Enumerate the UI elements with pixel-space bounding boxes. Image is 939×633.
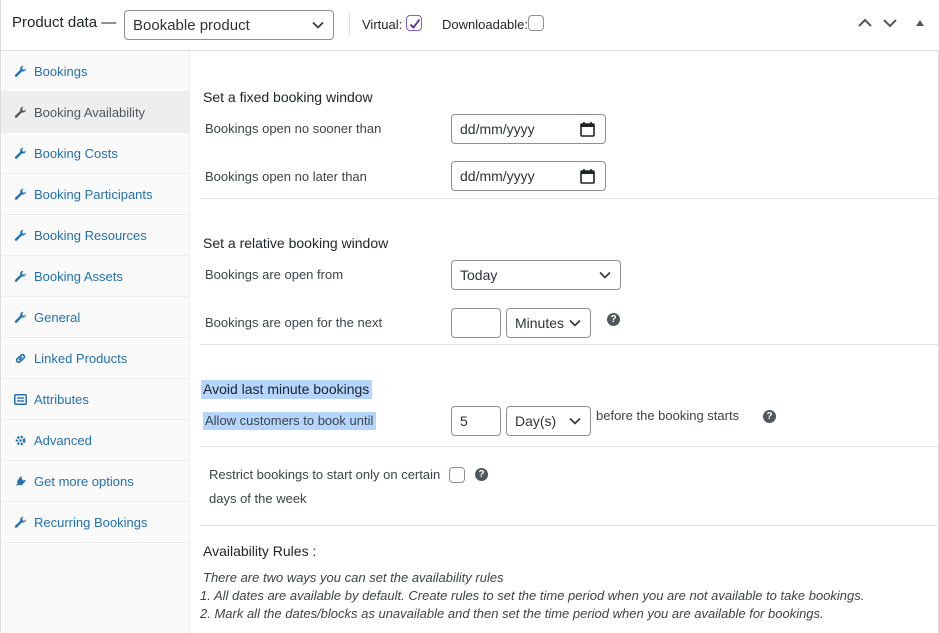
- link-icon: [13, 351, 27, 365]
- book-until-input[interactable]: 5: [451, 406, 501, 436]
- sidebar-item-label: Get more options: [34, 473, 134, 489]
- help-icon[interactable]: ?: [607, 313, 620, 326]
- book-until-label: Allow customers to book until: [203, 412, 377, 430]
- restrict-days-label-line2: days of the week: [209, 491, 307, 506]
- wrench-icon: [13, 64, 27, 78]
- header-divider: [349, 13, 350, 35]
- open-for-next-unit-value: Minutes: [515, 315, 565, 331]
- book-until-suffix: before the booking starts: [596, 408, 740, 423]
- chevron-down-icon: [599, 271, 611, 279]
- open-no-later-label: Bookings open no later than: [205, 169, 367, 184]
- gear-icon: [13, 433, 27, 447]
- fixed-window-title: Set a fixed booking window: [203, 89, 373, 105]
- wrench-icon: [13, 515, 27, 529]
- collapse-toggle-icon[interactable]: [914, 17, 926, 29]
- open-no-sooner-label: Bookings open no sooner than: [205, 121, 382, 136]
- sidebar-item-label: Booking Participants: [34, 186, 153, 202]
- help-icon[interactable]: ?: [763, 410, 776, 423]
- product-type-select[interactable]: Bookable product: [124, 10, 334, 40]
- last-minute-title: Avoid last minute bookings: [201, 380, 373, 399]
- wrench-icon: [13, 146, 27, 160]
- product-data-panel: Product data — Bookable product Virtual:…: [0, 0, 939, 633]
- sidebar-item-label: Booking Costs: [34, 145, 118, 161]
- section-divider: [200, 446, 939, 447]
- sidebar-item-general[interactable]: General: [1, 297, 189, 338]
- wrench-icon: [13, 187, 27, 201]
- product-data-tabs: Bookings Booking Availability Booking Cost…: [1, 51, 190, 633]
- sidebar-item-label: Attributes: [34, 391, 89, 407]
- section-divider: [200, 344, 939, 345]
- open-no-later-date-value: dd/mm/yyyy: [460, 168, 535, 184]
- product-type-value: Bookable product: [133, 16, 250, 34]
- restrict-days-label-line1: Restrict bookings to start only on certa…: [209, 467, 441, 482]
- wrench-icon: [13, 310, 27, 324]
- sidebar-item-label: Booking Assets: [34, 268, 123, 284]
- sidebar-item-label: Linked Products: [34, 350, 128, 366]
- sidebar-item-label: Bookings: [34, 63, 88, 79]
- availability-rules-title: Availability Rules :: [203, 543, 317, 559]
- open-for-next-label: Bookings are open for the next: [205, 315, 383, 330]
- open-no-sooner-date-value: dd/mm/yyyy: [460, 121, 535, 137]
- virtual-checkbox[interactable]: [406, 15, 422, 31]
- open-for-next-unit-select[interactable]: Minutes: [506, 308, 591, 338]
- sidebar-item-linked-products[interactable]: Linked Products: [1, 338, 189, 379]
- rules-line-2: 2. Mark all the dates/blocks as unavaila…: [200, 606, 824, 621]
- downloadable-label: Downloadable:: [442, 17, 529, 32]
- open-no-sooner-date-input[interactable]: dd/mm/yyyy: [451, 114, 606, 144]
- downloadable-checkbox[interactable]: [528, 15, 544, 31]
- virtual-label: Virtual:: [362, 17, 403, 32]
- sidebar-item-recurring-bookings[interactable]: Recurring Bookings: [1, 502, 189, 543]
- chevron-down-icon: [569, 417, 581, 425]
- calendar-icon[interactable]: [580, 122, 595, 137]
- move-up-icon[interactable]: [857, 15, 873, 31]
- list-icon: [13, 392, 27, 406]
- book-until-value: 5: [460, 413, 468, 429]
- relative-window-title: Set a relative booking window: [203, 235, 389, 251]
- rules-intro: There are two ways you can set the avail…: [203, 570, 504, 585]
- open-for-next-input[interactable]: [451, 308, 501, 338]
- sidebar-item-label: Booking Resources: [34, 227, 147, 243]
- restrict-days-checkbox[interactable]: [449, 467, 465, 483]
- sidebar-item-booking-resources[interactable]: Booking Resources: [1, 215, 189, 256]
- chevron-down-icon: [569, 319, 581, 327]
- move-down-icon[interactable]: [882, 15, 898, 31]
- calendar-icon[interactable]: [580, 169, 595, 184]
- section-divider: [200, 525, 939, 526]
- booking-availability-panel: Set a fixed booking window Bookings open…: [191, 51, 939, 633]
- sidebar-item-label: Advanced: [34, 432, 92, 448]
- sidebar-item-label: Booking Availability: [34, 104, 146, 120]
- help-icon[interactable]: ?: [475, 468, 488, 481]
- sidebar-item-label: Recurring Bookings: [34, 514, 148, 530]
- open-from-label: Bookings are open from: [205, 267, 344, 282]
- sidebar-item-attributes[interactable]: Attributes: [1, 379, 189, 420]
- sidebar-item-booking-costs[interactable]: Booking Costs: [1, 133, 189, 174]
- open-from-value: Today: [460, 267, 498, 283]
- sidebar-item-label: General: [34, 309, 81, 325]
- panel-title: Product data —: [12, 14, 117, 31]
- book-until-unit-value: Day(s): [515, 413, 557, 429]
- last-minute-title-text: Avoid last minute bookings: [201, 380, 373, 399]
- open-no-later-date-input[interactable]: dd/mm/yyyy: [451, 161, 606, 191]
- checkmark-icon: [409, 18, 421, 29]
- sidebar-item-bookings[interactable]: Bookings: [1, 51, 189, 92]
- sidebar-item-booking-participants[interactable]: Booking Participants: [1, 174, 189, 215]
- panel-header: Product data — Bookable product Virtual:…: [1, 0, 939, 51]
- wrench-icon: [13, 105, 27, 119]
- open-from-select[interactable]: Today: [451, 260, 621, 290]
- rules-line-1: 1. All dates are available by default. C…: [200, 588, 865, 603]
- chevron-down-icon: [312, 21, 324, 29]
- sidebar-item-advanced[interactable]: Advanced: [1, 420, 189, 461]
- book-until-label-text: Allow customers to book until: [203, 412, 377, 430]
- sidebar-item-get-more-options[interactable]: Get more options: [1, 461, 189, 502]
- section-divider: [200, 198, 939, 199]
- wrench-icon: [13, 269, 27, 283]
- book-until-unit-select[interactable]: Day(s): [506, 406, 591, 436]
- wrench-icon: [13, 228, 27, 242]
- sidebar-item-booking-availability[interactable]: Booking Availability: [1, 92, 189, 133]
- plug-icon: [13, 474, 27, 488]
- sidebar-item-booking-assets[interactable]: Booking Assets: [1, 256, 189, 297]
